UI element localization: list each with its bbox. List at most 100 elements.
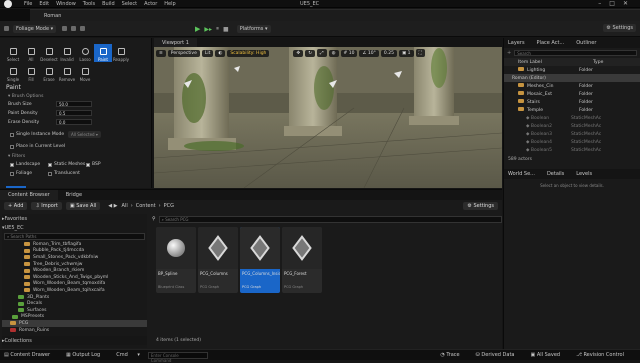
asset-tile[interactable]: PCG_Forest PCG Graph — [282, 227, 322, 293]
tab-bridge[interactable]: Bridge — [58, 190, 90, 200]
scale-snap-button[interactable]: 0.25 — [380, 49, 397, 57]
platforms-dropdown[interactable]: Platforms ▾ — [236, 25, 271, 33]
cmd-dropdown[interactable]: Cmd ▾ — [116, 352, 140, 358]
folder-tree-item[interactable]: Worn_Wooden_Beam_tqmoxdifa — [2, 281, 147, 288]
outliner-row[interactable]: Stairs Folder — [504, 98, 640, 106]
unreal-logo-icon[interactable] — [4, 0, 12, 8]
tool-lasso[interactable]: Lasso — [76, 44, 94, 62]
outliner-row[interactable]: Meshes_Cin Folder — [504, 82, 640, 90]
mode-dropdown[interactable]: Foliage Mode ▾ — [13, 24, 57, 33]
brush-size-field[interactable]: 50.0 — [56, 101, 92, 107]
world-icon[interactable]: ◍ — [328, 49, 339, 57]
col-type[interactable]: Type — [593, 60, 603, 65]
outliner-search-input[interactable]: Search — [514, 50, 637, 56]
foliage-checkbox[interactable] — [10, 171, 14, 176]
folder-tree-item[interactable]: Small_Stones_Pack_vdkbfniw — [2, 254, 147, 261]
favorites-header[interactable]: ▸ Favorites — [2, 214, 147, 223]
outliner-row[interactable]: ◆ Boolean5 StaticMeshAc — [504, 146, 640, 154]
folder-tree-item[interactable]: Rubble_Pack_tj4mccda — [2, 248, 147, 255]
tab-outliner[interactable]: Outliner — [576, 40, 596, 46]
tool-fill[interactable]: Fill — [22, 64, 40, 82]
outliner-row[interactable]: Roman (Editor) — [504, 74, 640, 82]
save-icon[interactable] — [4, 26, 9, 31]
path-content[interactable]: Content — [136, 203, 156, 209]
folder-tree-item[interactable]: Surfaces — [2, 307, 147, 314]
stop-icon[interactable]: ■ — [223, 26, 229, 33]
tool-single[interactable]: Single — [4, 64, 22, 82]
tool-invalid[interactable]: Invalid — [58, 44, 76, 62]
folder-tree-item[interactable]: 3D_Plants — [2, 294, 147, 301]
filter-icon[interactable]: ⚲ — [152, 216, 156, 222]
bsp-checkbox[interactable] — [86, 162, 90, 167]
menu-file[interactable]: File — [24, 1, 32, 7]
scalability-warning[interactable]: Scalability: High — [227, 49, 270, 57]
folder-tree-item[interactable]: Decals — [2, 300, 147, 307]
folder-tree-item[interactable]: Tree_Debris_vchwmjw — [2, 261, 147, 268]
tool-paint[interactable]: Paint — [94, 44, 112, 62]
tool-move[interactable]: Move — [76, 64, 94, 82]
revision-control-button[interactable]: ⎇ Revision Control — [576, 352, 632, 358]
landscape-checkbox[interactable] — [10, 162, 14, 167]
window-controls[interactable]: –□✕ — [598, 0, 636, 7]
add-actor-icon[interactable] — [62, 26, 68, 31]
angle-snap-button[interactable]: ∠ 10° — [359, 49, 379, 57]
all-saved-button[interactable]: ▣ All Saved — [531, 352, 569, 358]
folder-tree-item[interactable]: Wooden_Branch_rkiem — [2, 267, 147, 274]
tool-select[interactable]: Select — [4, 44, 22, 62]
maximize-viewport-icon[interactable]: ⛶ — [415, 49, 425, 57]
folder-tree-item[interactable]: Worn_Wooden_Beam_tqihxcaifa — [2, 287, 147, 294]
outliner-add-icon[interactable]: + — [507, 50, 511, 56]
outliner-row[interactable]: ◆ Boolean4 StaticMeshAc — [504, 138, 640, 146]
import-button[interactable]: ⇩ Import — [31, 202, 62, 210]
blueprint-icon[interactable] — [71, 26, 77, 31]
outliner-row[interactable]: Mosaic_Ext Folder — [504, 90, 640, 98]
cinematics-icon[interactable] — [80, 26, 86, 31]
tab-details[interactable]: Details — [547, 171, 564, 177]
outliner-row[interactable]: Temple Folder — [504, 106, 640, 114]
asset-tile[interactable]: PCG_Columns PCG Graph — [198, 227, 238, 293]
asset-search-input[interactable]: ⌕ Search PCG — [158, 215, 502, 223]
col-item-label[interactable]: Item Label — [518, 60, 593, 65]
menu-help[interactable]: Help — [164, 1, 175, 7]
menu-window[interactable]: Window — [56, 1, 76, 7]
outliner-row[interactable]: ◆ Boolean StaticMeshAc — [504, 114, 640, 122]
translucent-checkbox[interactable] — [48, 171, 52, 176]
scale-icon[interactable]: ⤢ — [316, 49, 327, 57]
path-all[interactable]: All — [122, 203, 128, 209]
single-instance-checkbox[interactable] — [10, 132, 14, 137]
content-settings-button[interactable]: ⚙ Settings — [463, 202, 498, 210]
paint-density-field[interactable]: 0.5 — [56, 110, 92, 116]
tab-place-actors[interactable]: Place Act... — [537, 40, 565, 46]
place-current-level-checkbox[interactable] — [10, 144, 14, 149]
tab-layers[interactable]: Layers — [508, 40, 525, 46]
menu-tools[interactable]: Tools — [83, 1, 95, 7]
pause-icon[interactable]: ⏸ — [216, 25, 219, 33]
viewport-tab[interactable]: Viewport 1 — [154, 38, 197, 47]
translate-icon[interactable]: ✥ — [293, 49, 304, 57]
folder-tree-item[interactable]: PCG — [2, 320, 147, 327]
perspective-button[interactable]: Perspective — [167, 49, 200, 57]
tool-deselect[interactable]: Deselect — [40, 44, 58, 62]
tab-world-settings[interactable]: World Se... — [508, 171, 535, 177]
menu-edit[interactable]: Edit — [39, 1, 49, 7]
collections-header[interactable]: ▸ Collections — [2, 336, 147, 345]
path-pcg[interactable]: PCG — [164, 203, 174, 209]
viewport-options-button[interactable]: ≡ — [156, 49, 166, 57]
settings-button[interactable]: ⚙ Settings — [603, 24, 636, 32]
tool-all[interactable]: All — [22, 44, 40, 62]
grid-snap-button[interactable]: # 10 — [340, 49, 358, 57]
menu-build[interactable]: Build — [102, 1, 115, 7]
tool-remove[interactable]: Remove — [58, 64, 76, 82]
viewport-scene[interactable] — [154, 38, 502, 188]
lit-button[interactable]: Lit — [201, 49, 214, 57]
folder-tree-item[interactable]: Roman_Ruins — [2, 327, 147, 334]
content-drawer-button[interactable]: ▤ Content Drawer — [4, 352, 58, 358]
outliner-row[interactable]: ◆ Boolean3 StaticMeshAc — [504, 130, 640, 138]
tab-content-browser[interactable]: Content Browser — [0, 190, 58, 200]
play-icon[interactable]: ▶ — [195, 25, 200, 33]
brush-options-header[interactable]: ▾ Brush Options — [8, 94, 43, 99]
add-button[interactable]: + Add — [4, 202, 28, 210]
asset-tile[interactable]: BP_Spline Blueprint Class — [156, 227, 196, 293]
outliner-row[interactable]: Lighting Folder — [504, 66, 640, 74]
asset-tile-selected[interactable]: PCG_Columns_Inside PCG Graph — [240, 227, 280, 293]
